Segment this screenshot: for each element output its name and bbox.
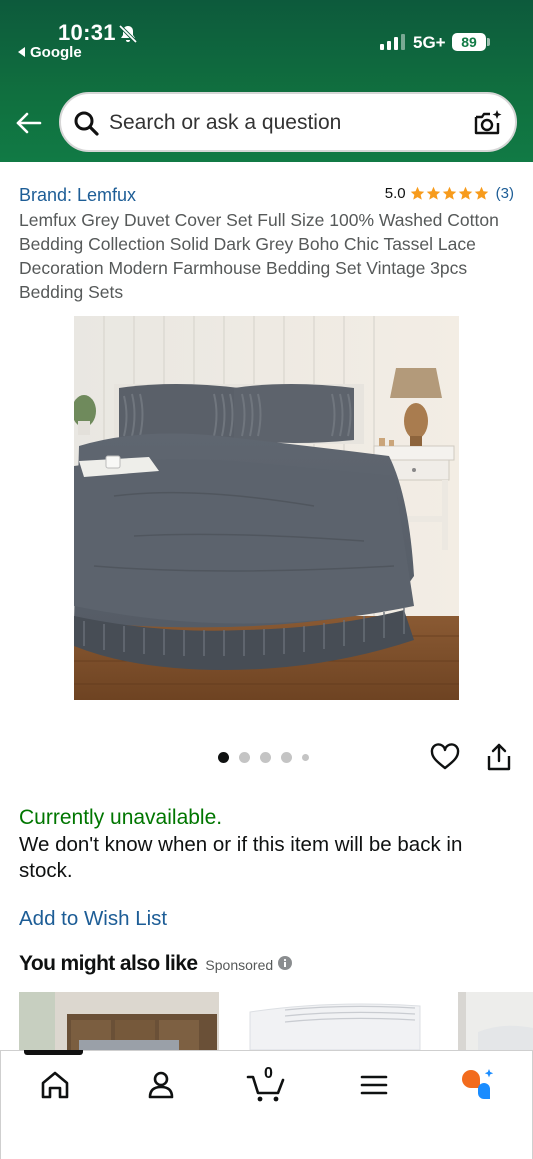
- bottom-navigation: 0: [0, 1050, 533, 1159]
- stock-note: We don't know when or if this item will …: [19, 833, 463, 882]
- search-bar[interactable]: [59, 92, 517, 152]
- product-image[interactable]: [74, 316, 459, 700]
- back-to-app-link[interactable]: Google: [18, 44, 82, 61]
- home-icon[interactable]: [33, 1065, 77, 1105]
- recommendation-card[interactable]: [458, 992, 533, 1050]
- rufus-assistant-icon[interactable]: [456, 1065, 500, 1105]
- carousel-dot[interactable]: [239, 752, 250, 763]
- battery-indicator: 89: [452, 33, 486, 51]
- carousel-dot[interactable]: [302, 754, 309, 761]
- sponsored-label: Sponsored: [205, 957, 274, 973]
- add-to-wish-list-link[interactable]: Add to Wish List: [19, 907, 167, 931]
- search-input[interactable]: [109, 109, 459, 137]
- camera-search-icon[interactable]: [472, 107, 504, 139]
- recommendations-title: You might also like: [19, 952, 198, 975]
- star-icon: [458, 186, 472, 200]
- app-header: 10:31 Google 5G+ 89: [0, 0, 533, 162]
- battery-level: 89: [461, 34, 477, 50]
- star-rating: [410, 186, 490, 201]
- review-count[interactable]: (3): [496, 185, 514, 202]
- image-carousel-dots[interactable]: [218, 752, 319, 763]
- rating-summary[interactable]: 5.0 (3): [385, 185, 514, 202]
- product-title: Lemfux Grey Duvet Cover Set Full Size 10…: [19, 210, 499, 302]
- back-triangle-icon: [18, 47, 25, 57]
- heart-icon[interactable]: [430, 742, 460, 772]
- brand-link[interactable]: Brand: Lemfux: [19, 185, 136, 206]
- recommendations-header: You might also like Sponsored: [19, 952, 293, 976]
- cart-count: 0: [264, 1065, 273, 1082]
- back-app-label: Google: [30, 44, 82, 61]
- active-tab-indicator: [24, 1050, 83, 1055]
- availability-status: Currently unavailable.: [19, 806, 223, 829]
- carousel-dot[interactable]: [260, 752, 271, 763]
- star-icon: [474, 186, 488, 200]
- menu-icon[interactable]: [352, 1065, 396, 1105]
- star-icon: [442, 186, 456, 200]
- bell-off-icon: [118, 24, 138, 44]
- carousel-dot[interactable]: [281, 752, 292, 763]
- star-icon: [426, 186, 440, 200]
- info-icon[interactable]: [278, 956, 293, 970]
- back-arrow-icon[interactable]: [14, 108, 44, 138]
- status-time: 10:31: [58, 20, 116, 45]
- star-icon: [410, 186, 424, 200]
- recommendation-card[interactable]: [19, 992, 219, 1050]
- rating-value: 5.0: [384, 185, 406, 202]
- battery-tip: [487, 38, 490, 46]
- carousel-dot[interactable]: [218, 752, 229, 763]
- profile-icon[interactable]: [139, 1065, 183, 1105]
- cart-button[interactable]: 0: [245, 1065, 289, 1105]
- share-icon[interactable]: [485, 742, 513, 772]
- network-type: 5G+: [413, 33, 446, 52]
- search-icon: [74, 111, 99, 136]
- cellular-signal-icon: [380, 34, 405, 50]
- recommendation-card[interactable]: [245, 992, 435, 1050]
